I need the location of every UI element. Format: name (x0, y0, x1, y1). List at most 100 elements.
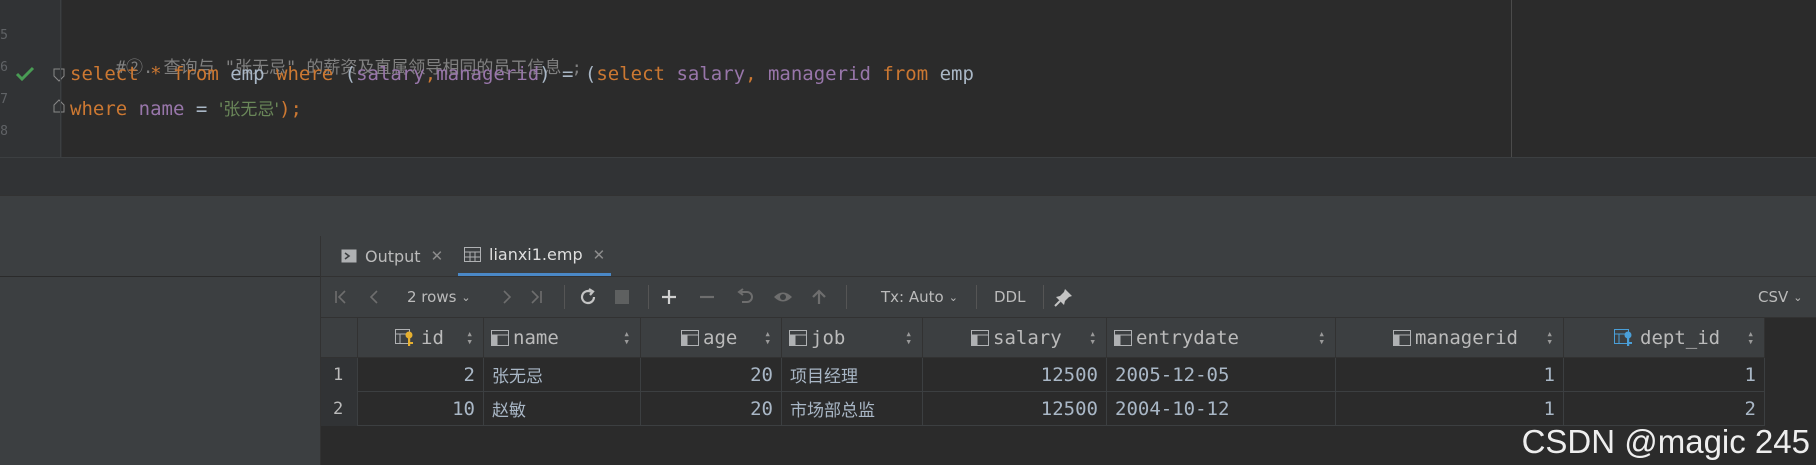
tab-output[interactable]: Output ✕ (341, 236, 443, 276)
table-cell[interactable]: 2005-12-05 (1107, 358, 1336, 392)
column-header-id[interactable]: id ▴ ▾ (358, 318, 484, 358)
sql-editor[interactable]: 5 6 7 8 #②. 查询与 "张无忌" 的薪资及直属领导相同的员工信息 ; … (0, 0, 1816, 157)
reload-button[interactable] (578, 277, 598, 317)
table-name: emp (939, 63, 974, 85)
reload-icon (580, 288, 596, 305)
column-icon (971, 329, 989, 346)
column-header-age[interactable]: age ▴ ▾ (641, 318, 782, 358)
tab-label: Output (365, 246, 421, 266)
panel-divider (0, 276, 320, 277)
add-row-button[interactable] (660, 277, 678, 317)
chevron-down-icon: ⌄ (461, 290, 471, 304)
table-cell[interactable]: 12500 (923, 358, 1107, 392)
fold-end-icon[interactable] (53, 99, 65, 113)
table-cell[interactable]: 1 (1336, 392, 1564, 426)
column-header-dept-id[interactable]: dept_id ▴ ▾ (1564, 318, 1765, 358)
sort-icon[interactable]: ▴ ▾ (764, 328, 771, 347)
stop-icon (615, 290, 629, 304)
rows-count: 2 rows (407, 288, 457, 306)
result-tabs: Output ✕ lianxi1.emp ✕ (321, 236, 1816, 277)
table-cell[interactable]: 项目经理 (782, 358, 923, 392)
table-cell[interactable]: 2004-10-12 (1107, 392, 1336, 426)
next-page-button[interactable] (498, 277, 514, 317)
close-icon[interactable]: ✕ (593, 246, 606, 264)
row-number-header (321, 318, 358, 358)
prev-page-button[interactable] (367, 277, 383, 317)
table-cell[interactable]: 1 (1564, 358, 1765, 392)
last-page-icon (531, 290, 542, 304)
row-number[interactable]: 2 (321, 392, 358, 426)
toolbar-separator (846, 285, 847, 309)
table-cell[interactable]: 10 (358, 392, 484, 426)
column-header-managerid[interactable]: managerid ▴ ▾ (1336, 318, 1564, 358)
page-size-dropdown[interactable]: 2 rows ⌄ (407, 277, 471, 317)
column-header-salary[interactable]: salary ▴ ▾ (923, 318, 1107, 358)
result-toolbar: 2 rows ⌄ Tx: Auto ⌄ DDL CSV ⌄ (321, 277, 1816, 318)
tab-lianxi1-emp[interactable]: lianxi1.emp ✕ (458, 236, 612, 276)
delete-row-button[interactable] (698, 277, 716, 317)
export-format-dropdown[interactable]: CSV ⌄ (1758, 277, 1802, 317)
plus-icon (662, 290, 676, 304)
table-cell[interactable]: 12500 (923, 392, 1107, 426)
table-cell[interactable]: 20 (641, 358, 782, 392)
column-name: age (703, 326, 738, 349)
table-name: emp (230, 63, 265, 85)
last-page-button[interactable] (528, 277, 544, 317)
services-header (0, 195, 1816, 237)
gutter-divider (60, 0, 61, 157)
sort-icon[interactable]: ▴ ▾ (1546, 328, 1553, 347)
column-ref: salary (356, 63, 425, 85)
transaction-mode-dropdown[interactable]: Tx: Auto ⌄ (881, 277, 958, 317)
column-icon (789, 329, 807, 346)
pin-tab-button[interactable] (1054, 277, 1074, 317)
table-cell[interactable]: 2 (1564, 392, 1765, 426)
column-name: salary (993, 326, 1062, 349)
editor-splitter[interactable] (0, 157, 1816, 196)
keyword: from (882, 63, 929, 85)
line-number: 8 (0, 124, 8, 139)
table-cell[interactable]: 赵敏 (484, 392, 641, 426)
view-query-button[interactable] (773, 277, 793, 317)
table-cell[interactable]: 2 (358, 358, 484, 392)
comma: , (424, 63, 437, 85)
sort-icon[interactable]: ▴ ▾ (1747, 328, 1754, 347)
toolbar-separator (1043, 285, 1044, 309)
table-cell[interactable]: 20 (641, 392, 782, 426)
paren: ) = ( (539, 63, 597, 85)
foreign-key-icon (1614, 328, 1632, 346)
stop-button[interactable] (614, 277, 630, 317)
toolbar-separator (564, 285, 565, 309)
code-line-where[interactable]: where name = '张无忌'); (70, 95, 302, 120)
sort-icon[interactable]: ▴ ▾ (466, 328, 473, 347)
column-header-name[interactable]: name ▴ ▾ (484, 318, 641, 358)
table-cell[interactable]: 市场部总监 (782, 392, 923, 426)
paren: ( (344, 63, 357, 85)
first-page-button[interactable] (333, 277, 349, 317)
close-icon[interactable]: ✕ (431, 247, 444, 265)
sort-icon[interactable]: ▴ ▾ (905, 328, 912, 347)
keyword: select (596, 63, 665, 85)
submit-button[interactable] (810, 277, 828, 317)
code-line-select[interactable]: select * from emp where (salary,manageri… (70, 63, 974, 85)
line-number: 6 (0, 60, 8, 75)
column-ref: salary (676, 63, 746, 85)
sort-icon[interactable]: ▴ ▾ (1318, 328, 1325, 347)
fold-start-icon[interactable] (53, 68, 65, 82)
table-cell[interactable]: 张无忌 (484, 358, 641, 392)
table-cell[interactable]: 1 (1336, 358, 1564, 392)
pin-icon (1054, 289, 1072, 307)
column-header-job[interactable]: job ▴ ▾ (782, 318, 923, 358)
minus-icon (700, 295, 714, 299)
tx-mode-label: Tx: Auto (881, 288, 944, 306)
sort-icon[interactable]: ▴ ▾ (623, 328, 630, 347)
column-header-entrydate[interactable]: entrydate ▴ ▾ (1107, 318, 1336, 358)
operator: = (184, 98, 219, 120)
column-ref: name (138, 98, 185, 120)
revert-button[interactable] (735, 277, 755, 317)
ddl-button[interactable]: DDL (994, 277, 1025, 317)
sort-icon[interactable]: ▴ ▾ (1089, 328, 1096, 347)
keyword: where (70, 98, 128, 120)
services-tree-panel[interactable] (0, 236, 321, 465)
string-literal: '张无忌' (218, 100, 280, 120)
row-number[interactable]: 1 (321, 358, 358, 392)
